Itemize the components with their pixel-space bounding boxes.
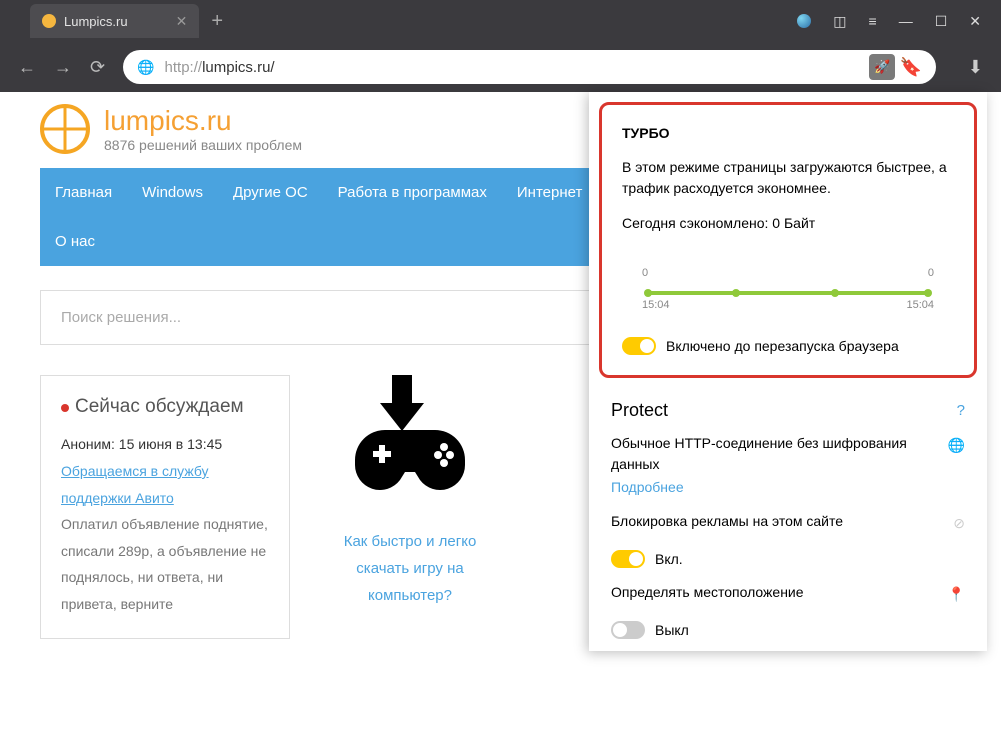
favicon bbox=[42, 14, 56, 28]
downloads-icon[interactable]: ⬇ bbox=[968, 57, 983, 78]
turbo-description: В этом режиме страницы загружаются быстр… bbox=[622, 157, 954, 199]
protect-more-link[interactable]: Подробнее bbox=[611, 479, 965, 495]
turbo-title: ТУРБО bbox=[622, 125, 954, 141]
turbo-icon[interactable]: 🚀 bbox=[869, 54, 895, 80]
turbo-chart: 0 0 15:04 15:04 bbox=[622, 279, 954, 319]
nav-item[interactable]: Windows bbox=[127, 168, 218, 217]
ads-toggle-state: Вкл. bbox=[655, 551, 683, 567]
geo-toggle-state: Выкл bbox=[655, 622, 689, 638]
geo-toggle[interactable] bbox=[611, 621, 645, 639]
article-link[interactable]: скачать игру на bbox=[340, 555, 480, 582]
protect-help-icon[interactable]: ? bbox=[957, 402, 965, 419]
globe-icon: 🌐 bbox=[948, 435, 965, 456]
article-card: Как быстро и легко скачать игру на компь… bbox=[340, 375, 480, 639]
account-icon[interactable] bbox=[797, 14, 811, 28]
nav-item[interactable]: Главная bbox=[40, 168, 127, 217]
turbo-saved: Сегодня сэкономлено: 0 Байт bbox=[622, 215, 954, 231]
browser-tab[interactable]: Lumpics.ru ✕ bbox=[30, 4, 199, 38]
ads-toggle[interactable] bbox=[611, 550, 645, 568]
comment-body: Оплатил объявление поднятие, списали 289… bbox=[61, 511, 269, 617]
new-tab-button[interactable]: + bbox=[211, 10, 223, 33]
reader-icon[interactable]: ◫ bbox=[833, 13, 846, 30]
page-info-panel: ТУРБО В этом режиме страницы загружаются… bbox=[589, 92, 987, 651]
globe-icon: 🌐 bbox=[137, 59, 154, 76]
turbo-toggle-label: Включено до перезапуска браузера bbox=[666, 338, 899, 354]
protect-title: Protect bbox=[611, 400, 668, 421]
close-window-button[interactable]: ✕ bbox=[969, 13, 981, 30]
comment-link[interactable]: поддержки Авито bbox=[61, 485, 269, 512]
protect-section: Protect ? Обычное HTTP-соединение без ши… bbox=[589, 388, 987, 651]
nav-item[interactable]: Работа в программах bbox=[323, 168, 502, 217]
nav-item[interactable]: Интернет bbox=[502, 168, 597, 217]
turbo-toggle[interactable] bbox=[622, 337, 656, 355]
no-ads-icon: ⊘ bbox=[953, 513, 965, 534]
article-link[interactable]: Как быстро и легко bbox=[340, 528, 480, 555]
location-icon: 📍 bbox=[948, 584, 965, 605]
nav-item[interactable]: Другие ОС bbox=[218, 168, 323, 217]
site-title: lumpics.ru bbox=[104, 105, 302, 137]
protect-geo-label: Определять местоположение 📍 bbox=[611, 582, 965, 603]
turbo-section: ТУРБО В этом режиме страницы загружаются… bbox=[599, 102, 977, 378]
sidebar-title: Сейчас обсуждаем bbox=[61, 396, 269, 418]
gamepad-download-icon bbox=[340, 375, 480, 505]
comment-link[interactable]: Обращаемся в службу bbox=[61, 458, 269, 485]
protect-ads-label: Блокировка рекламы на этом сайте ⊘ bbox=[611, 511, 965, 532]
site-subtitle: 8876 решений ваших проблем bbox=[104, 137, 302, 153]
site-logo bbox=[40, 104, 90, 154]
url-text: http://lumpics.ru/ bbox=[165, 59, 275, 76]
tab-title: Lumpics.ru bbox=[64, 14, 128, 29]
tab-close-icon[interactable]: ✕ bbox=[176, 13, 188, 30]
reload-button[interactable]: ⟳ bbox=[90, 57, 105, 78]
minimize-button[interactable]: — bbox=[899, 13, 913, 29]
menu-icon[interactable]: ≡ bbox=[869, 13, 877, 29]
comment-meta: Аноним: 15 июня в 13:45 bbox=[61, 436, 269, 452]
bookmark-icon[interactable]: 🔖 bbox=[899, 57, 921, 78]
maximize-button[interactable]: ☐ bbox=[935, 13, 948, 30]
address-bar[interactable]: 🌐 http://lumpics.ru/ 🚀 🔖 bbox=[123, 50, 936, 84]
article-link[interactable]: компьютер? bbox=[340, 582, 480, 609]
forward-button[interactable]: → bbox=[54, 57, 72, 78]
back-button[interactable]: ← bbox=[18, 57, 36, 78]
sidebar-discussion: Сейчас обсуждаем Аноним: 15 июня в 13:45… bbox=[40, 375, 290, 639]
protect-http-status: Обычное HTTP-соединение без шифрования д… bbox=[611, 433, 965, 475]
